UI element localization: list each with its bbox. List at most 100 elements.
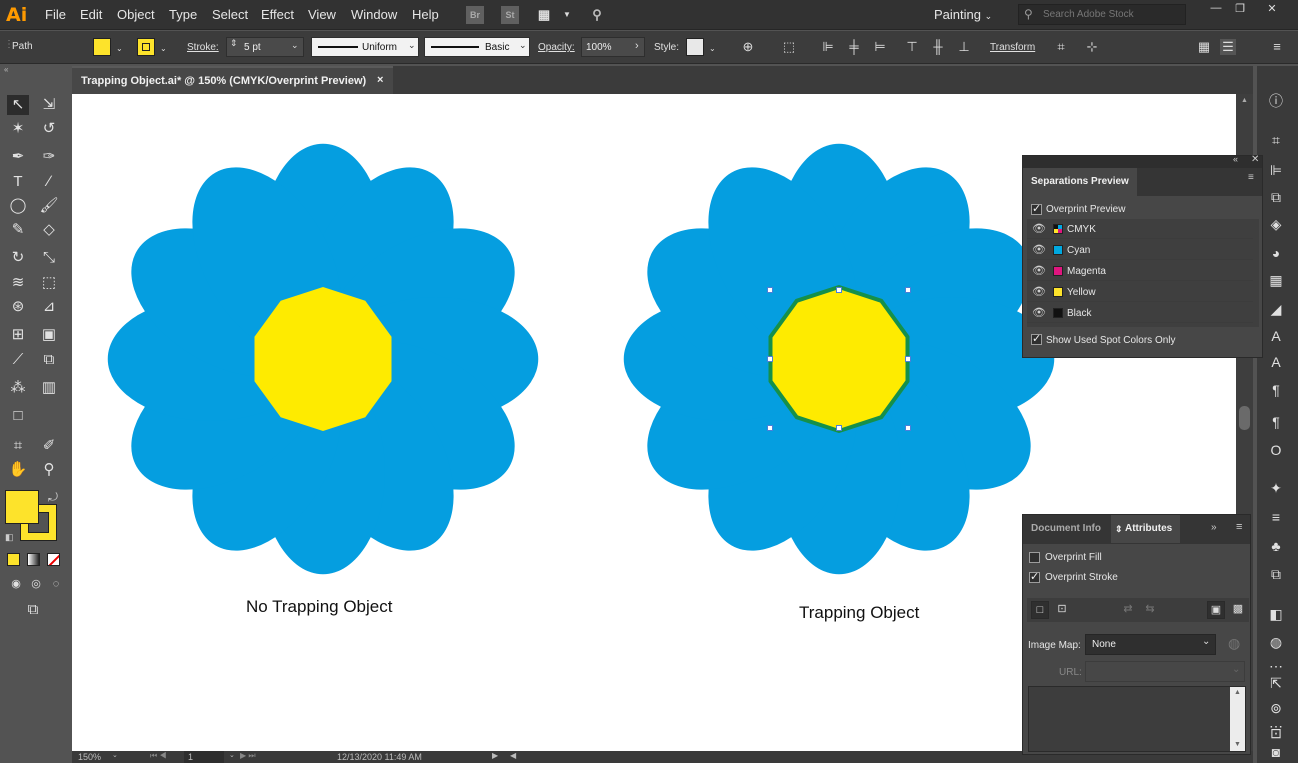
scroll-up-icon[interactable]: ▲ — [1241, 97, 1248, 104]
next-artboard-icon[interactable]: ▶ ⏭ — [240, 751, 256, 761]
none-mode-icon[interactable] — [47, 553, 60, 566]
opentype-icon[interactable]: O — [1266, 440, 1286, 460]
paragraph-styles-icon[interactable]: ¶ — [1266, 380, 1286, 400]
flower-center[interactable] — [254, 287, 392, 431]
image-map-select[interactable]: None ⌄ — [1085, 634, 1216, 655]
eye-icon[interactable]: 👁 — [1032, 264, 1046, 277]
chevron-right-icon[interactable]: › — [635, 40, 639, 52]
align-center-icon[interactable]: ╪ — [846, 39, 862, 55]
artboard-tool-icon[interactable]: □ — [7, 406, 29, 426]
scroll-thumb[interactable] — [1239, 406, 1250, 430]
swatches-icon[interactable]: ▦ — [1266, 270, 1286, 290]
minimize-button[interactable]: — — [1206, 2, 1226, 16]
menu-help[interactable]: Help — [412, 7, 439, 22]
mesh-tool-icon[interactable]: ⊞ — [7, 325, 29, 345]
plate-row-black[interactable]: 👁 Black — [1027, 303, 1253, 323]
close-tab-icon[interactable]: × — [377, 74, 383, 86]
selection-handle[interactable] — [767, 356, 773, 362]
flower-no-trap[interactable] — [106, 142, 541, 577]
chevron-down-icon[interactable]: ⌄ — [229, 751, 235, 759]
menu-type[interactable]: Type — [169, 7, 197, 22]
chevron-down-icon[interactable]: ⌄ — [116, 44, 123, 53]
menu-select[interactable]: Select — [212, 7, 248, 22]
fill-color-box[interactable] — [5, 490, 39, 524]
separations-icon[interactable]: ◙ — [1266, 742, 1286, 762]
menu-view[interactable]: View — [308, 7, 336, 22]
reverse-path-direction-icon[interactable]: ⇄ — [1119, 601, 1137, 619]
overprint-fill-checkbox[interactable] — [1029, 552, 1040, 563]
character-icon[interactable]: A — [1266, 326, 1286, 346]
status-menu-icon[interactable]: ▶ — [492, 751, 498, 760]
zoom-level[interactable]: 150% — [78, 752, 101, 762]
flower-trap[interactable] — [622, 142, 1057, 577]
gradient-tool-icon[interactable]: ▣ — [38, 325, 60, 345]
scroll-left-icon[interactable]: ◀ — [510, 751, 516, 760]
appearance-icon[interactable]: ◍ — [1266, 632, 1286, 652]
align-top-icon[interactable]: ⊤ — [904, 39, 920, 55]
ellipse-tool-icon[interactable]: ◯ — [7, 196, 29, 216]
graphic-style-swatch[interactable] — [686, 38, 704, 56]
selection-handle[interactable] — [905, 287, 911, 293]
pen-tool-icon[interactable]: ✒ — [7, 147, 29, 167]
eye-icon[interactable]: 👁 — [1032, 243, 1046, 256]
stroke-label[interactable]: Stroke: — [187, 42, 219, 53]
tab-separations-preview[interactable]: Separations Preview — [1023, 168, 1137, 196]
paragraph-icon[interactable]: ¶ — [1266, 412, 1286, 432]
collapse-icon[interactable]: « — [1233, 154, 1238, 164]
tab-document-info[interactable]: Document Info — [1023, 515, 1109, 543]
document-tab[interactable]: Trapping Object.ai* @ 150% (CMYK/Overpri… — [72, 66, 393, 94]
plate-row-cyan[interactable]: 👁 Cyan — [1027, 240, 1253, 260]
notes-textarea[interactable]: ▲ ▼ — [1028, 686, 1246, 752]
rotate-tool-icon[interactable]: ↻ — [7, 248, 29, 268]
align-to-icon[interactable]: ⬚ — [781, 39, 797, 55]
bridge-icon[interactable]: Br — [466, 6, 484, 24]
chevron-down-icon[interactable]: ⌄ — [291, 40, 299, 51]
opacity-field[interactable]: 100% › — [581, 37, 645, 57]
selection-handle[interactable] — [836, 287, 842, 293]
plate-row-cmyk[interactable]: 👁 CMYK — [1027, 219, 1253, 239]
line-tool-icon[interactable]: ∕ — [38, 172, 60, 192]
arrange-documents-icon[interactable]: ▦ — [535, 6, 553, 24]
eraser-icon[interactable]: ◇ — [38, 220, 60, 240]
fill-swatch[interactable] — [93, 38, 111, 56]
gradient-mode-icon[interactable] — [27, 553, 40, 566]
color-mode-icon[interactable] — [7, 553, 20, 566]
gpu-performance-icon[interactable]: ⚲ — [588, 6, 606, 24]
shape-builder-icon[interactable]: ⊛ — [7, 297, 29, 317]
document-setup-icon[interactable]: ▦ — [1196, 39, 1212, 55]
tab-attributes[interactable]: ⇕ Attributes — [1111, 515, 1181, 543]
transform-link[interactable]: Transform — [990, 42, 1035, 53]
artboard-number-field[interactable]: 1 — [184, 751, 224, 763]
screen-mode-icon[interactable]: ⧉ — [22, 600, 44, 620]
textarea-scrollbar[interactable]: ▲ ▼ — [1230, 687, 1245, 751]
search-stock-input[interactable]: ⚲ Search Adobe Stock — [1018, 4, 1186, 25]
color-icon[interactable]: ◕ — [1266, 243, 1286, 263]
align-bottom-icon[interactable]: ⊥ — [956, 39, 972, 55]
scroll-up-icon[interactable]: ▲ — [1234, 689, 1241, 696]
curvature-tool-icon[interactable]: ✑ — [38, 147, 60, 167]
show-spot-colors-checkbox[interactable] — [1031, 332, 1042, 345]
restore-button[interactable]: ❐ — [1230, 2, 1250, 16]
reverse-path-direction-icon[interactable]: ⇆ — [1141, 601, 1159, 619]
menu-effect[interactable]: Effect — [261, 7, 294, 22]
export-icon[interactable]: ⇱ — [1266, 673, 1286, 693]
overprint-preview-checkbox[interactable] — [1031, 202, 1042, 215]
url-input[interactable]: ⌄ — [1085, 661, 1245, 682]
align-left-icon[interactable]: ⊫ — [820, 39, 836, 55]
menu-window[interactable]: Window — [351, 7, 397, 22]
stock-icon[interactable]: St — [501, 6, 519, 24]
first-artboard-icon[interactable]: ⏮ ◀ — [150, 751, 167, 761]
free-transform-icon[interactable]: ⬚ — [38, 273, 60, 293]
collapse-toolbar-icon[interactable]: « — [4, 65, 8, 74]
menu-icon[interactable]: ≡ — [1269, 39, 1285, 55]
chevron-down-icon[interactable]: ⌄ — [112, 751, 118, 759]
panel-menu-icon[interactable]: ≡ — [1236, 521, 1242, 533]
artboards-icon[interactable]: ⌗ — [1266, 130, 1286, 150]
brush-definition[interactable]: Basic ⌄ — [424, 37, 530, 57]
hand-tool-icon[interactable]: ✋ — [7, 460, 29, 480]
isolate-icon[interactable]: ⌗ — [1053, 39, 1069, 55]
chevron-down-icon[interactable]: ▼ — [558, 6, 576, 24]
close-window-button[interactable]: ✕ — [1262, 2, 1282, 16]
menu-object[interactable]: Object — [117, 7, 155, 22]
stepper-icon[interactable]: ⇕ — [230, 38, 238, 49]
